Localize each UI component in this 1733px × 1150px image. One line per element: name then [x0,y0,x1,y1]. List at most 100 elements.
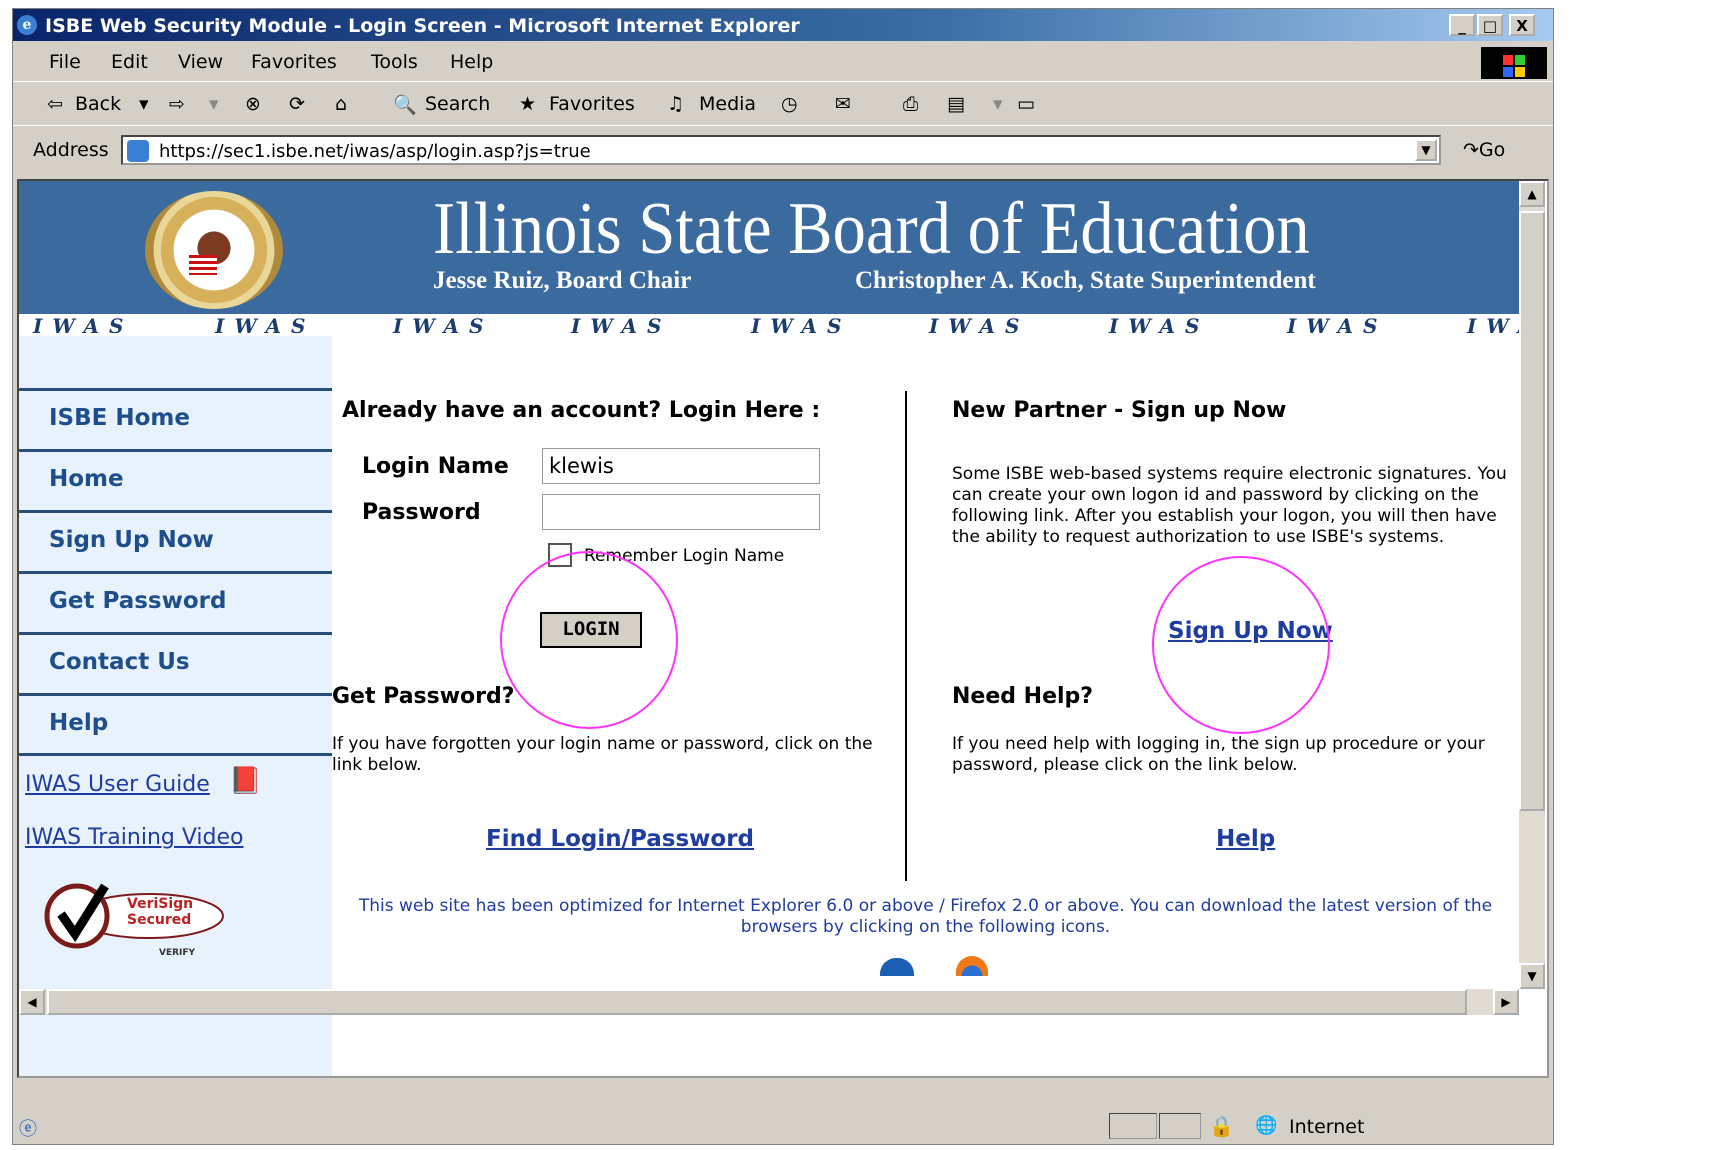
iwas-label: IWAS [751,314,852,336]
menu-help[interactable]: Help [450,51,493,73]
scroll-right-icon[interactable]: ▶ [1493,989,1519,1015]
back-dropdown-icon[interactable]: ▾ [139,93,149,115]
iwas-label: IWAS [1467,314,1519,336]
sidebar-item-home[interactable]: Home [19,449,332,509]
window-title: ISBE Web Security Module - Login Screen … [45,15,800,37]
sidebar-item-label: Get Password [49,588,227,614]
stop-icon[interactable]: ⊗ [245,93,261,115]
print-icon[interactable]: ⎙ [903,93,918,115]
scroll-left-icon[interactable]: ◀ [19,989,45,1015]
ie-logo-icon: e [17,15,37,35]
go-button[interactable]: ↷Go [1463,139,1505,161]
refresh-icon[interactable]: ⟳ [289,93,305,115]
page-viewport: Illinois State Board of Education Jesse … [17,179,1549,1078]
discuss-icon[interactable]: ▭ [1017,93,1035,115]
search-button[interactable]: Search [425,93,490,115]
vertical-scroll-thumb[interactable] [1519,211,1545,811]
internet-zone-icon: 🌐 [1255,1115,1278,1136]
verisign-name: VeriSign [127,896,194,912]
windows-logo-icon [1481,47,1547,79]
firefox-download-icon[interactable] [956,956,988,976]
internet-explorer-download-icon[interactable] [880,958,914,976]
left-sidebar: ISBE Home Home Sign Up Now Get Password … [19,336,332,1076]
verisign-secured-badge[interactable]: VeriSign Secured VERIFY [39,878,229,968]
address-input[interactable]: https://sec1.isbe.net/iwas/asp/login.asp… [121,135,1441,165]
isbe-banner: Illinois State Board of Education Jesse … [19,181,1519,314]
signup-heading: New Partner - Sign up Now [952,398,1287,423]
go-label: Go [1478,139,1506,161]
sidebar-item-label: Help [49,710,109,736]
login-name-label: Login Name [362,454,509,479]
iwas-training-video-link[interactable]: IWAS Training Video [25,825,244,850]
browser-window: e ISBE Web Security Module - Login Scree… [12,8,1554,1145]
favorites-button[interactable]: Favorites [549,93,635,115]
go-arrow-icon: ↷ [1463,139,1479,161]
address-dropdown-icon[interactable]: ▼ [1415,139,1437,161]
iwas-label: IWAS [215,314,316,336]
media-button[interactable]: Media [699,93,756,115]
sidebar-item-contact-us[interactable]: Contact Us [19,632,332,692]
iwas-label: IWAS [1109,314,1210,336]
illinois-seal-logo [145,191,283,309]
edit-icon[interactable]: ▤ [947,93,965,115]
page-icon [127,140,149,162]
lock-icon: 🔒 [1209,1114,1234,1138]
security-zone: Internet [1289,1116,1365,1138]
edit-dropdown-icon[interactable]: ▾ [993,93,1003,115]
mail-icon[interactable]: ✉ [835,93,851,115]
sidebar-item-get-password[interactable]: Get Password [19,571,332,631]
iwas-label: IWAS [571,314,672,336]
menu-favorites[interactable]: Favorites [251,51,337,73]
vertical-scrollbar[interactable]: ▲ ▼ [1519,181,1545,989]
menu-file[interactable]: File [49,51,81,73]
password-input[interactable] [542,494,820,530]
sidebar-item-isbe-home[interactable]: ISBE Home [19,388,332,448]
media-icon: ♫ [667,93,685,115]
menu-edit[interactable]: Edit [111,51,148,73]
flag-icon [189,255,217,275]
standard-toolbar: ⇦ Back ▾ ⇨ ▾ ⊗ ⟳ ⌂ 🔍 Search ★ Favorites … [13,83,1553,126]
forward-button[interactable]: ⇨ [169,93,185,115]
address-url[interactable]: https://sec1.isbe.net/iwas/asp/login.asp… [159,141,591,162]
horizontal-scrollbar[interactable]: ◀ ▶ [19,989,1519,1015]
status-bar: ⓔ 🔒 🌐 Internet [13,1109,1553,1143]
sidebar-item-help[interactable]: Help [19,693,332,756]
menu-view[interactable]: View [178,51,223,73]
search-icon: 🔍 [393,94,417,116]
verisign-secured: Secured [127,912,192,928]
minimize-button[interactable]: _ [1449,14,1475,36]
login-name-input[interactable] [542,448,820,484]
remember-login-checkbox[interactable] [548,543,572,567]
find-login-password-link[interactable]: Find Login/Password [486,826,754,852]
history-icon[interactable]: ◷ [781,93,798,115]
sidebar-item-label: Sign Up Now [49,527,214,553]
address-bar: Address https://sec1.isbe.net/iwas/asp/l… [13,129,1553,173]
home-icon[interactable]: ⌂ [335,93,347,115]
back-button[interactable]: Back [75,93,121,115]
iwas-label: IWAS [33,314,134,336]
iwas-user-guide-link[interactable]: IWAS User Guide [25,772,210,797]
back-arrow-icon: ⇦ [47,93,63,115]
banner-title: Illinois State Board of Education [433,188,1310,270]
menu-tools[interactable]: Tools [371,51,418,73]
iwas-label: IWAS [929,314,1030,336]
maximize-button[interactable]: □ [1477,14,1503,36]
main-content: Already have an account? Login Here : Lo… [332,336,1519,1076]
sidebar-item-sign-up[interactable]: Sign Up Now [19,510,332,570]
need-help-text: If you need help with logging in, the si… [952,734,1485,775]
title-bar: e ISBE Web Security Module - Login Scree… [13,9,1553,41]
need-help-heading: Need Help? [952,684,1094,709]
annotation-circle [1152,556,1330,734]
close-button[interactable]: X [1509,14,1535,36]
scroll-up-icon[interactable]: ▲ [1519,181,1545,207]
forward-dropdown-icon[interactable]: ▾ [209,93,219,115]
favorites-icon: ★ [519,93,537,115]
horizontal-scroll-thumb[interactable] [47,989,1467,1015]
signup-text: Some ISBE web-based systems require elec… [952,464,1507,547]
state-superintendent: Christopher A. Koch, State Superintenden… [855,267,1316,294]
status-segment [1159,1113,1201,1139]
login-button[interactable]: LOGIN [540,612,642,648]
sign-up-now-link[interactable]: Sign Up Now [1168,618,1333,644]
scroll-down-icon[interactable]: ▼ [1519,963,1545,989]
help-link[interactable]: Help [1216,826,1275,852]
